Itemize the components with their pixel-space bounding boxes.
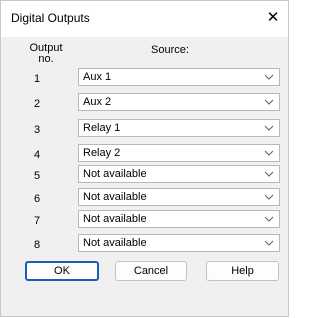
help-button[interactable]: Help xyxy=(206,261,279,281)
source-select-value: Not available xyxy=(83,168,147,180)
output-number: 7 xyxy=(33,215,41,227)
source-select-8[interactable]: Not available xyxy=(78,234,280,252)
output-row-4: 4 Relay 2 xyxy=(1,144,288,164)
output-row-2: 2 Aux 2 xyxy=(1,93,288,113)
source-select-1[interactable]: Aux 1 xyxy=(78,68,280,86)
output-number: 5 xyxy=(33,170,41,182)
output-header-line2: no. xyxy=(38,53,54,65)
source-select-3[interactable]: Relay 1 xyxy=(78,119,280,137)
source-header: Source: xyxy=(151,44,189,56)
chevron-down-icon xyxy=(264,150,274,156)
close-icon: ✕ xyxy=(266,9,280,26)
output-row-1: 1 Aux 1 xyxy=(1,68,288,88)
ok-button[interactable]: OK xyxy=(25,261,99,281)
source-select-value: Aux 2 xyxy=(83,96,112,108)
dialog-title: Digital Outputs xyxy=(11,11,90,25)
output-number: 6 xyxy=(33,193,41,205)
chevron-down-icon xyxy=(264,74,274,80)
digital-outputs-dialog: Digital Outputs ✕ Output no. Source: 1 A… xyxy=(0,0,289,317)
close-button[interactable]: ✕ xyxy=(258,1,288,35)
source-select-2[interactable]: Aux 2 xyxy=(78,93,280,111)
source-select-5[interactable]: Not available xyxy=(78,165,280,183)
output-row-8: 8 Not available xyxy=(1,234,288,254)
source-select-value: Not available xyxy=(83,191,147,203)
output-row-5: 5 Not available xyxy=(1,165,288,185)
source-select-4[interactable]: Relay 2 xyxy=(78,144,280,162)
chevron-down-icon xyxy=(264,171,274,177)
output-row-6: 6 Not available xyxy=(1,188,288,208)
title-bar: Digital Outputs ✕ xyxy=(1,1,288,37)
chevron-down-icon xyxy=(264,216,274,222)
source-select-7[interactable]: Not available xyxy=(78,210,280,228)
chevron-down-icon xyxy=(264,99,274,105)
chevron-down-icon xyxy=(264,240,274,246)
output-row-7: 7 Not available xyxy=(1,210,288,230)
output-number: 3 xyxy=(33,124,41,136)
chevron-down-icon xyxy=(264,125,274,131)
output-number: 1 xyxy=(33,73,41,85)
output-row-3: 3 Relay 1 xyxy=(1,119,288,139)
output-number-header: Output no. xyxy=(25,43,67,65)
output-number: 4 xyxy=(33,149,41,161)
source-select-6[interactable]: Not available xyxy=(78,188,280,206)
source-select-value: Relay 1 xyxy=(83,122,121,134)
source-select-value: Not available xyxy=(83,237,147,249)
chevron-down-icon xyxy=(264,194,274,200)
source-select-value: Not available xyxy=(83,213,147,225)
source-select-value: Relay 2 xyxy=(83,147,121,159)
output-number: 8 xyxy=(33,239,41,251)
source-select-value: Aux 1 xyxy=(83,71,112,83)
cancel-button[interactable]: Cancel xyxy=(115,261,187,281)
output-number: 2 xyxy=(33,98,41,110)
